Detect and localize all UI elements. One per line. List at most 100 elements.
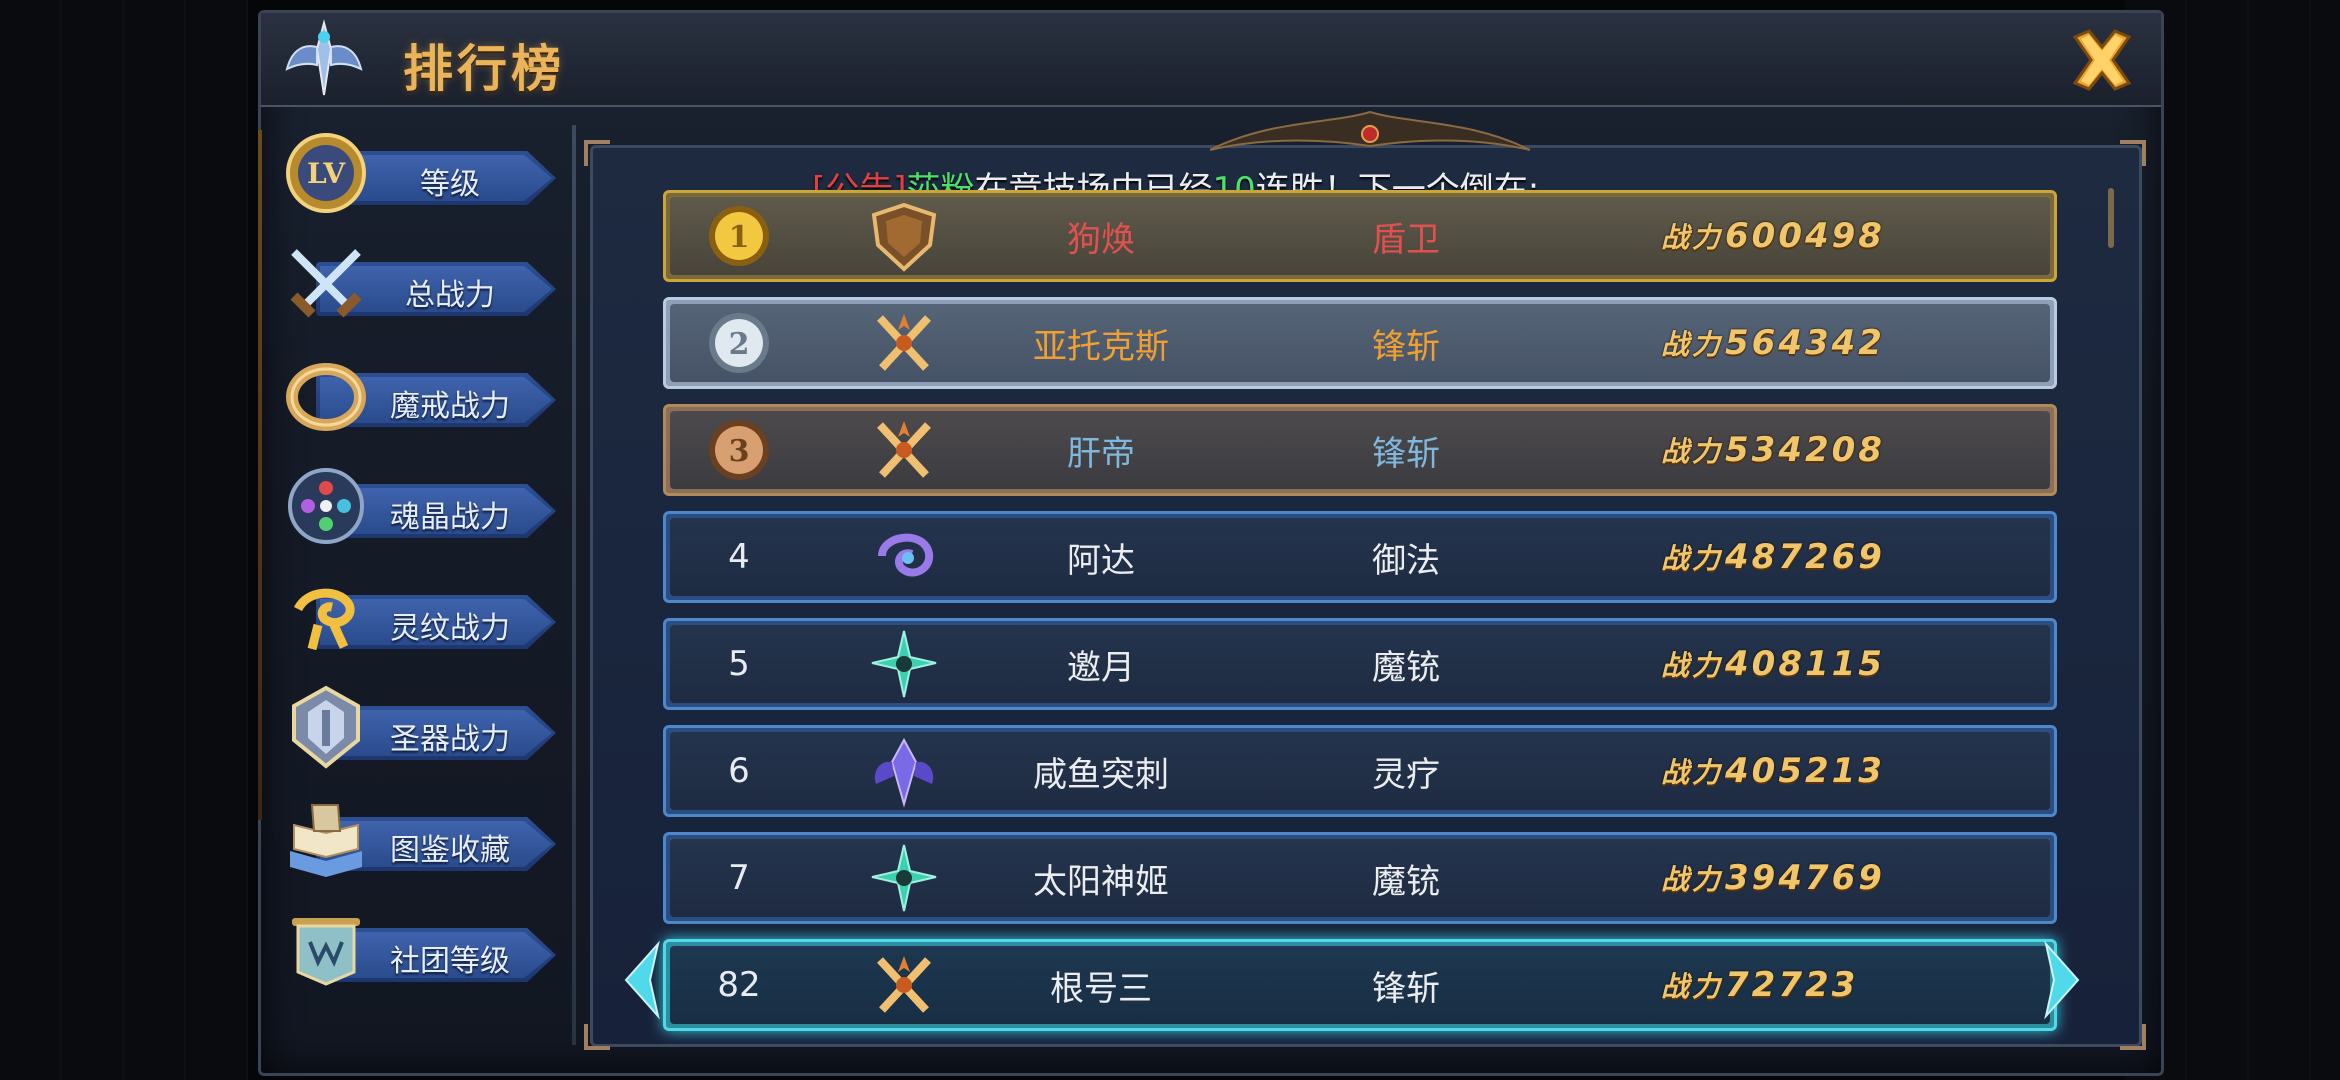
rank-cell: 7 <box>666 835 812 921</box>
svg-text:LV: LV <box>307 157 346 190</box>
list-scrollbar[interactable] <box>2108 188 2114 248</box>
gunner-star-class-icon <box>871 844 937 912</box>
rank-medal-number: 1 <box>729 220 750 255</box>
nav-label-level: 等级 <box>420 167 480 202</box>
nav-item-holy-artifact-power[interactable]: 圣器战力 <box>278 680 578 780</box>
player-name[interactable]: 根号三 <box>976 942 1226 1028</box>
rank-number: 7 <box>728 858 750 898</box>
crossed-swords-icon <box>290 249 362 318</box>
rank-cell: 82 <box>666 942 812 1028</box>
player-name[interactable]: 亚托克斯 <box>976 300 1226 386</box>
player-class: 锋斩 <box>1372 433 1440 474</box>
power-value: 战力 487269 <box>1661 514 1921 600</box>
nav-item-total-power[interactable]: 总战力 <box>278 236 578 336</box>
table-row[interactable]: 1 狗焕 盾卫 战力 600498 <box>663 190 2057 282</box>
player-class: 魔铳 <box>1372 647 1440 688</box>
panel-corner-ornament-icon <box>584 1024 610 1050</box>
crossed-blades-class-icon <box>877 314 931 371</box>
rank-number: 82 <box>717 965 761 1005</box>
table-row[interactable]: 2 亚托克斯 锋斩 战力 564342 <box>663 297 2057 389</box>
nav-item-guild-level[interactable]: 社团等级 <box>278 902 578 1002</box>
rank-medal-icon: 1 <box>709 206 769 266</box>
page-title: 排行榜 <box>403 40 565 98</box>
holy-artifact-icon <box>292 685 360 769</box>
player-name[interactable]: 邀月 <box>976 621 1226 707</box>
player-class: 锋斩 <box>1372 968 1440 1009</box>
power-number: 408115 <box>1725 644 1885 684</box>
power-number: 534208 <box>1725 430 1885 470</box>
rank-cell: 4 <box>666 514 812 600</box>
table-row[interactable]: 5 邀月 魔铳 战力 408115 <box>663 618 2057 710</box>
guild-banner-icon <box>292 918 360 986</box>
rank-medal-number: 2 <box>729 327 750 362</box>
left-background-band <box>0 0 248 1080</box>
nav-item-soul-crystal-power[interactable]: 魂晶战力 <box>278 458 578 558</box>
power-number: 600498 <box>1725 216 1885 256</box>
player-class: 御法 <box>1372 540 1440 581</box>
nav-item-spirit-rune-power[interactable]: 灵纹战力 <box>278 569 578 669</box>
gunner-star-class-icon <box>871 630 937 698</box>
nav-label-collection: 图鉴收藏 <box>390 833 510 868</box>
panel-corner-ornament-icon <box>584 140 610 166</box>
panel-corner-ornament-icon <box>2120 140 2146 166</box>
table-row[interactable]: 6 咸鱼突刺 灵疗 战力 405213 <box>663 725 2057 817</box>
nav-label-holy-artifact-power: 圣器战力 <box>390 722 510 757</box>
player-class: 盾卫 <box>1372 219 1440 260</box>
power-prefix: 战力 <box>1661 221 1724 254</box>
table-row-self[interactable]: 82 根号三 锋斩 战力 72723 <box>663 939 2057 1031</box>
nav-item-collection[interactable]: 图鉴收藏 <box>278 791 578 891</box>
lv-badge-icon: LV <box>286 133 366 213</box>
power-value: 战力 534208 <box>1661 407 1921 493</box>
rank-cell: 2 <box>666 300 812 386</box>
nav-accent-line <box>258 130 262 820</box>
power-number: 394769 <box>1725 858 1885 898</box>
power-value: 战力 394769 <box>1661 835 1921 921</box>
title-bar: 排行榜 <box>261 13 2161 107</box>
nav-label-guild-level: 社团等级 <box>390 944 510 979</box>
power-number: 487269 <box>1725 537 1885 577</box>
player-name[interactable]: 狗焕 <box>976 193 1226 279</box>
power-prefix: 战力 <box>1661 863 1724 896</box>
table-row[interactable]: 4 阿达 御法 战力 487269 <box>663 511 2057 603</box>
player-class: 锋斩 <box>1372 326 1440 367</box>
rank-number: 4 <box>728 537 750 577</box>
crossed-blades-class-icon <box>877 421 931 478</box>
player-class: 灵疗 <box>1372 754 1440 795</box>
power-number: 564342 <box>1725 323 1885 363</box>
shield-class-icon <box>871 202 937 272</box>
power-prefix: 战力 <box>1661 435 1724 468</box>
chevron-right-icon[interactable] <box>2042 940 2082 1020</box>
winged-sword-emblem-icon <box>285 19 363 96</box>
player-class: 魔铳 <box>1372 861 1440 902</box>
rank-number: 6 <box>728 751 750 791</box>
soul-crystal-icon <box>288 468 364 544</box>
power-value: 战力 72723 <box>1661 942 1921 1028</box>
rank-medal-icon: 3 <box>709 420 769 480</box>
chevron-left-icon[interactable] <box>622 940 662 1020</box>
book-icon <box>290 804 362 877</box>
power-prefix: 战力 <box>1661 542 1724 575</box>
power-number: 405213 <box>1725 751 1885 791</box>
table-row[interactable]: 7 太阳神姬 魔铳 战力 394769 <box>663 832 2057 924</box>
nav-item-ring-power[interactable]: 魔戒战力 <box>278 347 578 447</box>
player-name[interactable]: 阿达 <box>976 514 1226 600</box>
player-name[interactable]: 太阳神姬 <box>976 835 1226 921</box>
power-prefix: 战力 <box>1661 328 1724 361</box>
close-icon[interactable] <box>2065 23 2139 97</box>
header-crest-ornament-icon <box>1210 110 1530 151</box>
player-name[interactable]: 咸鱼突刺 <box>976 728 1226 814</box>
power-value: 战力 600498 <box>1661 193 1921 279</box>
rank-cell: 1 <box>666 193 812 279</box>
player-name[interactable]: 肝帝 <box>976 407 1226 493</box>
rank-medal-number: 3 <box>729 434 750 469</box>
table-row[interactable]: 3 肝帝 锋斩 战力 534208 <box>663 404 2057 496</box>
power-value: 战力 408115 <box>1661 621 1921 707</box>
rank-number: 5 <box>728 644 750 684</box>
nav-item-level[interactable]: LV 等级 <box>278 125 578 225</box>
spirit-rune-icon <box>293 588 355 651</box>
rank-cell: 6 <box>666 728 812 814</box>
power-prefix: 战力 <box>1661 970 1724 1003</box>
power-value: 战力 564342 <box>1661 300 1921 386</box>
nav-label-total-power: 总战力 <box>405 278 495 313</box>
healer-wing-class-icon <box>874 737 934 808</box>
